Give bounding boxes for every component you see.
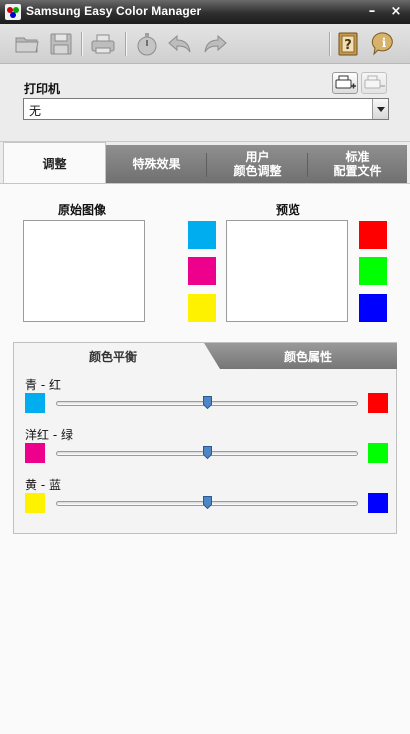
tab-user-color-adjust-line1: 用户 [245, 150, 270, 164]
swatch-green [359, 257, 387, 285]
print-icon [91, 34, 115, 54]
subtab-color-attributes-label[interactable]: 颜色属性 [258, 348, 358, 365]
printer-section: 打印机 无 [0, 64, 410, 142]
redo-icon [204, 34, 227, 53]
remove-printer-icon [364, 75, 385, 89]
tab-special-effects[interactable]: 特殊效果 [106, 145, 207, 183]
print-button[interactable] [90, 31, 116, 57]
slider-right-swatch-cyan-red [368, 393, 388, 413]
swatch-blue [359, 294, 387, 322]
slider-label-cyan-red: 青 - 红 [25, 378, 61, 392]
timer-icon [137, 33, 157, 56]
toolbar-separator [125, 32, 126, 56]
tab-standard-profile[interactable]: 标准 配置文件 [308, 145, 407, 183]
info-icon: i [371, 32, 393, 56]
slider-thumb-cyan-red[interactable] [202, 396, 212, 410]
svg-text:i: i [382, 36, 387, 50]
title-bar: Samsung Easy Color Manager – × [0, 0, 410, 24]
slider-right-swatch-magenta-green [368, 443, 388, 463]
open-button[interactable] [14, 31, 40, 57]
swatch-red [359, 221, 387, 249]
printer-dropdown-value: 无 [29, 104, 42, 118]
window-title: Samsung Easy Color Manager [26, 4, 202, 18]
undo-icon [168, 34, 191, 53]
main-tabs: 调整 特殊效果 用户 颜色调整 标准 配置文件 [0, 142, 410, 184]
tab-user-color-adjust-line2: 颜色调整 [233, 164, 282, 178]
toolbar-separator [329, 32, 330, 56]
swatch-cyan [188, 221, 216, 249]
tab-adjust-label: 调整 [42, 156, 67, 171]
preview-image-box [226, 220, 348, 322]
printer-dropdown[interactable]: 无 [23, 98, 389, 120]
subtab-color-balance[interactable]: 颜色平衡 [14, 343, 212, 369]
help-button[interactable]: ? [335, 31, 361, 57]
tab-standard-profile-line2: 配置文件 [333, 164, 382, 178]
app-icon [5, 4, 21, 20]
toolbar-separator [81, 32, 82, 56]
tab-standard-profile-line1: 标准 [345, 150, 370, 164]
undo-button[interactable] [167, 31, 193, 57]
add-printer-icon [335, 75, 356, 89]
close-button[interactable]: × [386, 2, 406, 22]
redo-button[interactable] [202, 31, 228, 57]
save-button[interactable] [48, 31, 74, 57]
slider-left-swatch-cyan-red [25, 393, 45, 413]
chevron-down-icon[interactable] [372, 99, 388, 119]
save-disk-icon [50, 33, 72, 55]
tab-user-color-adjust[interactable]: 用户 颜色调整 [207, 145, 308, 183]
timer-button[interactable] [134, 31, 160, 57]
slider-right-swatch-yellow-blue [368, 493, 388, 513]
original-image-title: 原始图像 [58, 203, 107, 217]
tab-special-effects-label: 特殊效果 [132, 157, 181, 171]
help-book-icon: ? [338, 32, 358, 56]
original-image-box [23, 220, 145, 322]
printer-label: 打印机 [24, 82, 61, 96]
swatch-magenta [188, 257, 216, 285]
tab-adjust[interactable]: 调整 [3, 142, 106, 184]
adjust-panel: 原始图像 预览 颜色平衡 颜色属性 青 - 红洋红 - 绿黄 - 蓝 [0, 183, 410, 734]
open-folder-icon [15, 37, 39, 53]
toolbar: ? i [0, 24, 410, 64]
minimize-button[interactable]: – [362, 2, 382, 22]
slider-left-swatch-magenta-green [25, 443, 45, 463]
color-balance-panel: 颜色平衡 颜色属性 青 - 红洋红 - 绿黄 - 蓝 [13, 342, 397, 534]
add-printer-button[interactable] [332, 72, 358, 94]
slider-left-swatch-yellow-blue [25, 493, 45, 513]
info-button[interactable]: i [371, 31, 397, 57]
subtab-color-balance-label: 颜色平衡 [88, 349, 137, 364]
swatch-yellow [188, 294, 216, 322]
svg-text:?: ? [344, 38, 352, 53]
slider-thumb-yellow-blue[interactable] [202, 496, 212, 510]
preview-title: 预览 [276, 203, 301, 217]
slider-label-yellow-blue: 黄 - 蓝 [25, 478, 61, 492]
slider-thumb-magenta-green[interactable] [202, 446, 212, 460]
slider-label-magenta-green: 洋红 - 绿 [25, 428, 73, 442]
remove-printer-button[interactable] [361, 72, 387, 94]
